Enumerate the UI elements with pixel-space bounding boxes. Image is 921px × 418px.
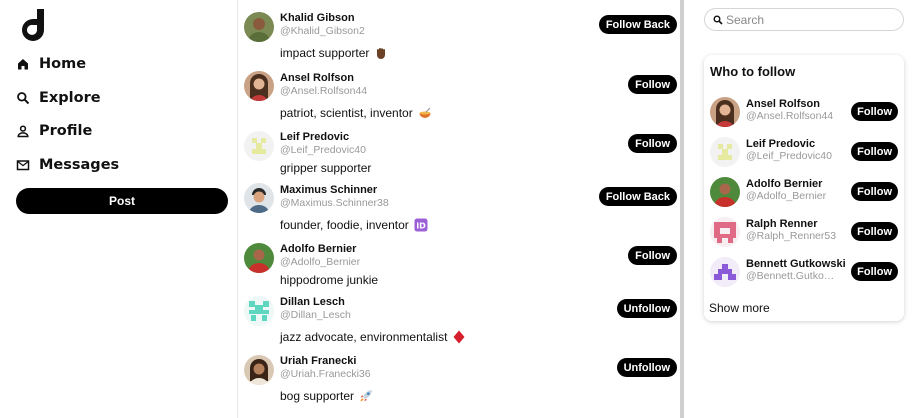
feed-scrollbar[interactable] [680,0,684,418]
suggestion-row: Ralph Renner @Ralph_Renner53 Follow [704,215,904,247]
avatar[interactable] [244,243,274,273]
avatar[interactable] [244,131,274,161]
suggestion-row: Adolfo Bernier @Adolfo_Bernier Follow [704,175,904,207]
suggestion-name[interactable]: Ralph Renner [746,218,818,230]
user-bio: founder, foodie, inventor ID [280,218,428,232]
who-to-follow-card: Who to follow Ansel Rolfson @Ansel.Rolfs… [704,55,904,321]
nav-item-profile[interactable]: Profile [16,119,92,143]
nav-item-explore[interactable]: Explore [16,86,101,110]
user-bio: hippodrome junkie [280,273,378,287]
bio-text: jazz advocate, environmentalist [280,330,448,344]
avatar[interactable] [244,296,274,326]
suggestion-name[interactable]: Bennett Gutkowski [746,258,846,270]
home-icon [18,59,28,70]
user-handle: @Leif_Predovic40 [280,144,366,156]
follow-button[interactable]: Follow [628,246,677,265]
follow-back-button[interactable]: Follow Back [598,187,677,206]
user-name[interactable]: Ansel Rolfson [280,72,354,84]
id-button-icon: ID [414,218,428,232]
avatar[interactable] [710,97,740,127]
unfollow-button[interactable]: Unfollow [616,358,677,377]
bio-text: hippodrome junkie [280,273,379,287]
nav-label-profile: Profile [39,123,93,139]
rocket-icon [360,390,373,402]
user-handle: @Dillan_Lesch [280,309,351,321]
bio-text: bog supporter [280,389,355,403]
search-input[interactable] [726,12,896,27]
follow-button[interactable]: Follow [851,102,898,121]
brand-logo-icon[interactable] [18,8,48,44]
suggestion-row: Bennett Gutkowski @Bennett.Gutko… Follow [704,255,904,287]
svg-text:ID: ID [416,221,426,230]
user-handle: @Khalid_Gibson2 [280,25,365,37]
user-list-feed: Khalid Gibson @Khalid_Gibson2 impact sup… [238,0,680,418]
user-bio: patriot, scientist, inventor [280,106,432,120]
user-name[interactable]: Dillan Lesch [280,296,345,308]
user-bio: bog supporter [280,389,373,403]
follow-back-button[interactable]: Follow Back [598,15,677,34]
avatar[interactable] [710,217,740,247]
user-handle: @Ansel.Rolfson44 [280,85,368,97]
user-name[interactable]: Khalid Gibson [280,12,355,24]
avatar[interactable] [244,12,274,42]
unfollow-button[interactable]: Unfollow [616,299,677,318]
nav-label-explore: Explore [39,90,101,106]
suggestion-handle: @Ralph_Renner53 [746,230,837,242]
left-nav: Home Explore Profile Messages Post [0,0,237,418]
raised-hand-icon [377,48,386,59]
user-name[interactable]: Adolfo Bernier [280,243,356,255]
show-more-link[interactable]: Show more [709,301,770,315]
nav-item-messages[interactable]: Messages [16,153,119,177]
nav-label-home: Home [39,56,87,72]
suggestion-name[interactable]: Ansel Rolfson [746,98,820,110]
nav-item-home[interactable]: Home [16,52,86,76]
follow-button[interactable]: Follow [851,262,898,281]
follow-button[interactable]: Follow [628,75,677,94]
bowl-with-spoon-icon [419,107,431,118]
diamond-suit-icon [453,330,465,344]
suggestion-handle: @Bennett.Gutko… [746,270,835,282]
bio-text: patriot, scientist, inventor [280,106,413,120]
follow-button[interactable]: Follow [628,134,677,153]
user-bio: gripper supporter [280,161,371,175]
app-root: Home Explore Profile Messages Post Khali… [0,0,921,418]
who-to-follow-title: Who to follow [710,64,796,79]
search-box[interactable] [704,8,904,31]
user-bio: impact supporter [280,46,388,60]
avatar[interactable] [244,71,274,101]
suggestion-handle: @Leif_Predovic40 [746,150,832,162]
post-button[interactable]: Post [16,188,228,214]
suggestion-name[interactable]: Leif Predovic [746,138,815,150]
follow-button[interactable]: Follow [851,142,898,161]
user-handle: @Uriah.Franecki36 [280,368,371,380]
user-name[interactable]: Uriah Franecki [280,355,356,367]
nav-label-messages: Messages [39,157,120,173]
bio-text: founder, foodie, inventor [280,218,409,232]
bio-text: impact supporter [280,46,370,60]
follow-button[interactable]: Follow [851,182,898,201]
suggestion-row: Leif Predovic @Leif_Predovic40 Follow [704,135,904,167]
user-bio: jazz advocate, environmentalist [280,330,466,344]
avatar[interactable] [710,177,740,207]
user-name[interactable]: Maximus Schinner [280,184,377,196]
search-icon [17,92,30,105]
search-icon [713,15,723,25]
suggestion-handle: @Adolfo_Bernier [746,190,827,202]
follow-button[interactable]: Follow [851,222,898,241]
avatar[interactable] [710,257,740,287]
avatar[interactable] [710,137,740,167]
suggestion-name[interactable]: Adolfo Bernier [746,178,822,190]
user-handle: @Adolfo_Bernier [280,256,361,268]
mail-icon [16,160,30,171]
bio-text: gripper supporter [280,161,372,175]
user-handle: @Maximus.Schinner38 [280,197,389,209]
user-icon [17,125,29,138]
suggestion-row: Ansel Rolfson @Ansel.Rolfson44 Follow [704,95,904,127]
avatar[interactable] [244,355,274,385]
avatar[interactable] [244,183,274,213]
suggestion-handle: @Ansel.Rolfson44 [746,110,834,122]
user-name[interactable]: Leif Predovic [280,131,349,143]
